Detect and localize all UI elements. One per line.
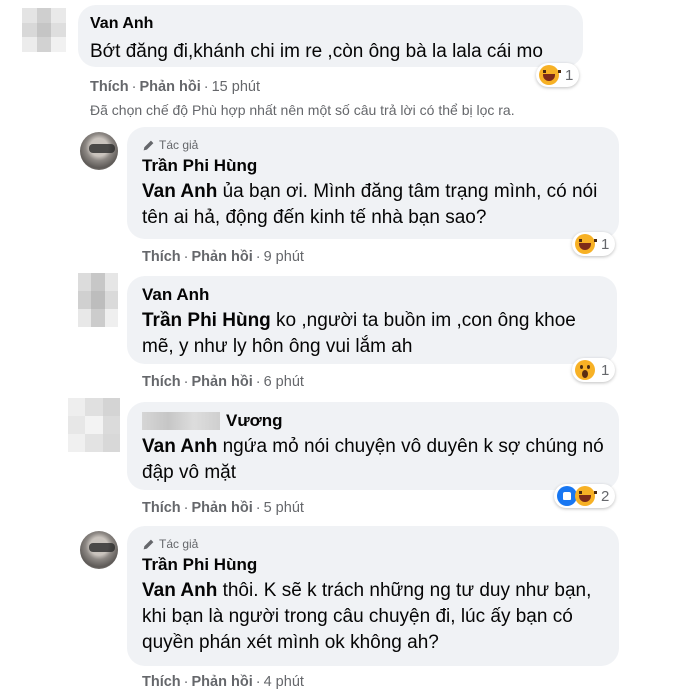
reaction-count: 1 xyxy=(601,235,610,253)
comment-bubble: Tác giả Trần Phi Hùng Van Anh ủa bạn ơi.… xyxy=(127,127,619,239)
pencil-icon xyxy=(143,140,154,150)
avatar[interactable] xyxy=(22,8,66,52)
comment-time[interactable]: 4 phút xyxy=(264,674,304,690)
avatar[interactable] xyxy=(80,132,118,170)
reaction-summary[interactable]: 1 xyxy=(536,63,580,87)
reply-button[interactable]: Phản hồi xyxy=(192,500,253,516)
author-badge: Tác giả xyxy=(142,536,604,552)
author-badge: Tác giả xyxy=(142,137,604,153)
like-button[interactable]: Thích xyxy=(142,500,181,516)
like-button[interactable]: Thích xyxy=(142,249,181,265)
reaction-summary[interactable]: 1 xyxy=(572,232,616,256)
comment-author[interactable]: Van Anh xyxy=(90,13,571,35)
comment-author: Vương xyxy=(142,410,604,432)
avatar[interactable] xyxy=(80,531,118,569)
comment-time[interactable]: 15 phút xyxy=(212,79,260,95)
mention-link[interactable]: Van Anh xyxy=(142,580,217,601)
wow-icon xyxy=(575,360,595,380)
reaction-summary[interactable]: 1 xyxy=(572,358,616,382)
comment-time[interactable]: 5 phút xyxy=(264,500,304,516)
comment-text: Bớt đăng đi,khánh chi im re ,còn ông bà … xyxy=(90,41,543,62)
comment-text: Van Anh thôi. K sẽ k trách những ng tư d… xyxy=(142,580,592,653)
comment-text: Van Anh ủa bạn ơi. Mình đăng tâm trạng m… xyxy=(142,181,598,228)
comment-actions: Thích · Phản hồi · 5 phút xyxy=(142,500,304,516)
mention-link[interactable]: Trần Phi Hùng xyxy=(142,310,271,331)
haha-icon xyxy=(539,65,561,85)
reply-button[interactable]: Phản hồi xyxy=(192,674,253,690)
comment-bubble: Van Anh Bớt đăng đi,khánh chi im re ,còn… xyxy=(78,5,583,67)
comment-actions: Thích · Phản hồi · 6 phút xyxy=(142,374,304,390)
avatar[interactable] xyxy=(68,398,120,452)
comment-text: Trần Phi Hùng ko ,người ta buồn im ,con … xyxy=(142,310,576,357)
haha-icon xyxy=(575,486,597,506)
reply-button[interactable]: Phản hồi xyxy=(192,249,253,265)
reply-button[interactable]: Phản hồi xyxy=(192,374,253,390)
comment-time[interactable]: 9 phút xyxy=(264,249,304,265)
comment-actions: Thích · Phản hồi · 15 phút xyxy=(90,79,260,95)
author-name[interactable]: Vương xyxy=(226,410,283,432)
comment-time[interactable]: 6 phút xyxy=(264,374,304,390)
comment-author[interactable]: Trần Phi Hùng xyxy=(142,554,604,576)
comment-actions: Thích · Phản hồi · 4 phút xyxy=(142,674,304,690)
comment-author[interactable]: Trần Phi Hùng xyxy=(142,155,604,177)
comment-bubble: Vương Van Anh ngứa mỏ nói chuyện vô duyê… xyxy=(127,402,619,490)
mention-link[interactable]: Van Anh xyxy=(142,181,217,202)
comment-text: Van Anh ngứa mỏ nói chuyện vô duyên k sợ… xyxy=(142,436,604,483)
avatar[interactable] xyxy=(78,273,118,327)
comment-bubble: Van Anh Trần Phi Hùng ko ,người ta buồn … xyxy=(127,276,617,364)
reaction-summary[interactable]: 2 xyxy=(554,484,616,508)
reaction-count: 2 xyxy=(601,487,610,505)
pencil-icon xyxy=(143,539,154,549)
like-button[interactable]: Thích xyxy=(142,674,181,690)
reaction-count: 1 xyxy=(565,66,574,84)
like-button[interactable]: Thích xyxy=(90,79,129,95)
reply-button[interactable]: Phản hồi xyxy=(140,79,201,95)
blurred-name xyxy=(142,412,220,430)
comment-actions: Thích · Phản hồi · 9 phút xyxy=(142,249,304,265)
filter-note: Đã chọn chế độ Phù hợp nhất nên một số c… xyxy=(90,102,515,118)
haha-icon xyxy=(575,234,597,254)
comment-bubble: Tác giả Trần Phi Hùng Van Anh thôi. K sẽ… xyxy=(127,526,619,666)
comment-author[interactable]: Van Anh xyxy=(142,284,602,306)
like-icon xyxy=(557,486,577,506)
like-button[interactable]: Thích xyxy=(142,374,181,390)
reaction-count: 1 xyxy=(601,361,610,379)
mention-link[interactable]: Van Anh xyxy=(142,436,217,457)
